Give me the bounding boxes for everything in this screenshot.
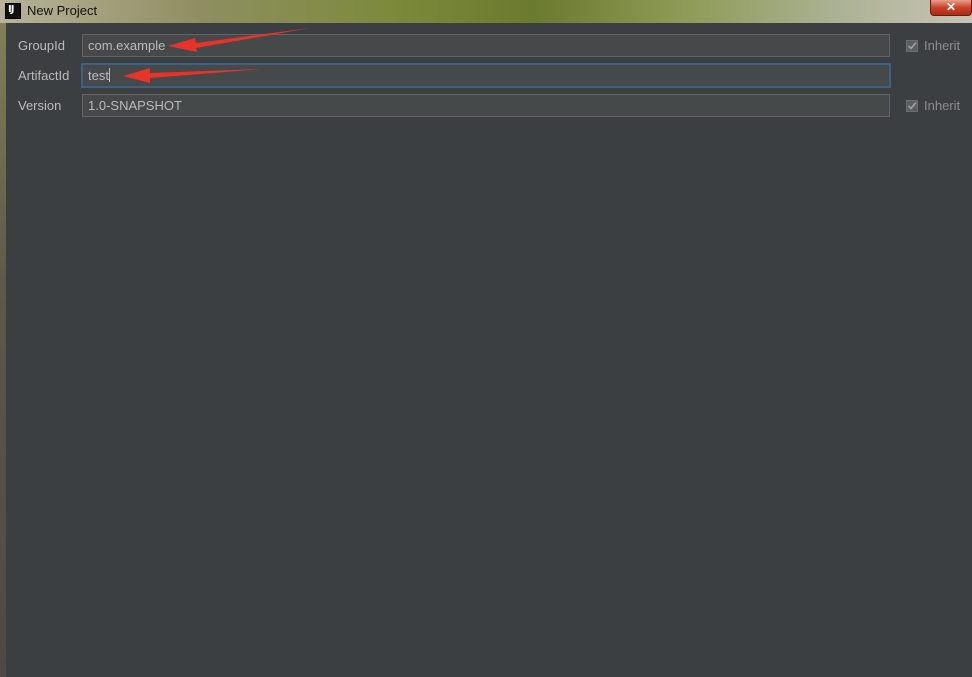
- version-inherit-label: Inherit: [924, 98, 961, 113]
- version-inherit-checkbox[interactable]: Inherit: [906, 98, 960, 113]
- artifactid-label: ArtifactId: [18, 68, 70, 83]
- checkbox-icon: [906, 40, 918, 52]
- version-label: Version: [18, 98, 62, 113]
- groupid-input[interactable]: com.example: [82, 34, 890, 57]
- text-caret: [108, 68, 110, 82]
- groupid-inherit-label: Inherit: [924, 38, 961, 53]
- app-icon-text: IJ: [8, 4, 15, 15]
- version-input[interactable]: 1.0-SNAPSHOT: [82, 94, 890, 117]
- window-title: New Project: [27, 3, 98, 18]
- checkbox-icon: [906, 100, 918, 112]
- groupid-inherit-checkbox[interactable]: Inherit: [906, 38, 960, 53]
- artifactid-value: test: [88, 68, 109, 83]
- intellij-app-icon: IJ: [5, 3, 21, 19]
- close-icon: ✕: [945, 0, 957, 14]
- dialog-content: GroupId com.example Inherit ArtifactId t…: [6, 23, 972, 677]
- groupid-value: com.example: [88, 38, 166, 53]
- new-project-window: IJ New Project ✕ GroupId com.example Inh…: [0, 0, 972, 677]
- title-bar[interactable]: IJ New Project ✕: [0, 0, 972, 23]
- artifactid-input[interactable]: test: [82, 64, 890, 87]
- version-value: 1.0-SNAPSHOT: [88, 98, 182, 113]
- close-button[interactable]: ✕: [930, 0, 972, 16]
- groupid-label: GroupId: [18, 38, 65, 53]
